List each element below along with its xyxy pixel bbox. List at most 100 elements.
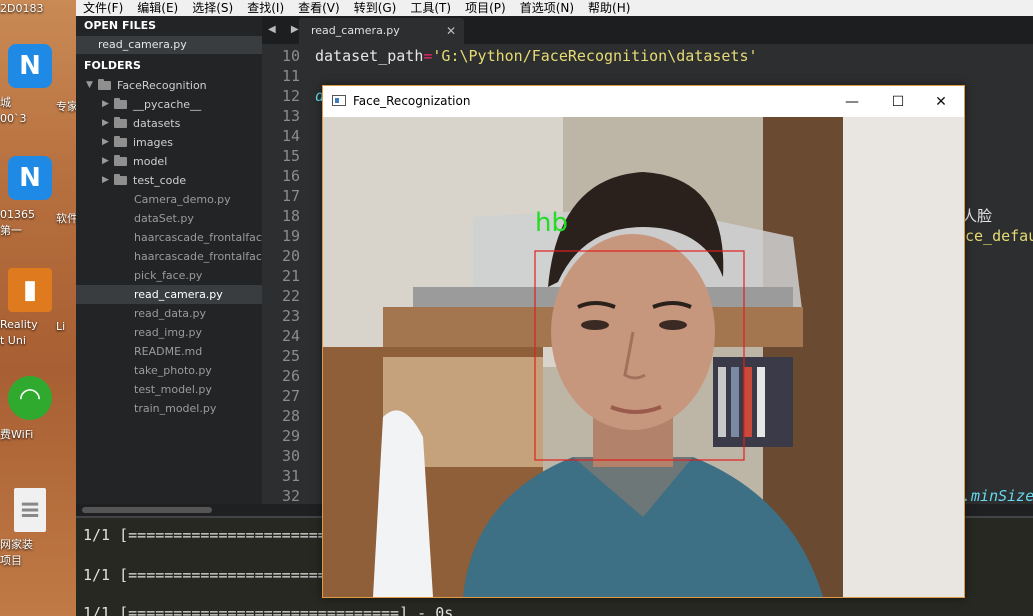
desktop-label: 第一 (0, 224, 22, 237)
line-number: 14 (281, 127, 300, 145)
menu-view[interactable]: 查看(V) (291, 0, 347, 16)
line-number: 13 (281, 107, 300, 125)
tree-folder[interactable]: ▶ __pycache__ (76, 95, 262, 114)
chevron-right-icon: ▶ (102, 99, 109, 109)
desktop-icon-reality[interactable]: ▮ (0, 268, 60, 312)
menu-selection[interactable]: 选择(S) (185, 0, 240, 16)
tree-file[interactable]: train_model.py (76, 399, 262, 418)
line-number: 19 (281, 227, 300, 245)
line-number: 18 (281, 207, 300, 225)
menu-help[interactable]: 帮助(H) (581, 0, 637, 16)
menu-edit[interactable]: 编辑(E) (130, 0, 185, 16)
line-number: 20 (281, 247, 300, 265)
tree-folder[interactable]: ▶ test_code (76, 171, 262, 190)
folder-label: images (133, 136, 173, 149)
close-button[interactable]: ✕ (918, 86, 964, 117)
line-number-gutter: 10 11 12 13 14 15 16 17 18 19 20 21 22 2… (262, 46, 300, 504)
tree-file[interactable]: haarcascade_frontalface_ (76, 247, 262, 266)
desktop-label: 网家装 (0, 538, 33, 551)
close-icon[interactable]: ✕ (446, 18, 456, 44)
folder-icon (114, 117, 127, 128)
desktop-label: 00`3 (0, 112, 27, 125)
chevron-right-icon: ▶ (102, 156, 109, 166)
code-line-10: dataset_path='G:\Python/FaceRecognition\… (315, 46, 758, 66)
menu-preferences[interactable]: 首选项(N) (513, 0, 581, 16)
camera-frame-illustration: hb (323, 117, 964, 597)
line-number: 21 (281, 267, 300, 285)
tree-root-folder[interactable]: ▼ FaceRecognition (76, 76, 262, 95)
line-number: 12 (281, 87, 300, 105)
desktop-label: 费WiFi (0, 428, 34, 441)
desktop-icon-app[interactable]: N (0, 156, 60, 200)
line-number: 25 (281, 347, 300, 365)
desktop-label: Reality (0, 318, 38, 331)
face-recognization-window: Face_Recognization — ☐ ✕ hb (322, 85, 965, 598)
minimize-button[interactable]: — (829, 86, 875, 117)
line-number: 31 (281, 467, 300, 485)
code-line-32-tail: .minSize (962, 487, 1033, 504)
file-label: train_model.py (134, 402, 217, 415)
open-file-item[interactable]: read_camera.py (76, 36, 262, 54)
app-icon: ▮ (8, 268, 52, 312)
chevron-right-icon: ▶ (102, 137, 109, 147)
window-title-bar[interactable]: Face_Recognization — ☐ ✕ (323, 86, 964, 117)
tree-file[interactable]: read_img.py (76, 323, 262, 342)
desktop-label: 软件 (56, 212, 76, 225)
tree-folder[interactable]: ▶ images (76, 133, 262, 152)
window-title: Face_Recognization (353, 94, 471, 108)
line-number: 30 (281, 447, 300, 465)
desktop-strip: 2D0183 N 城 00`3 N 01365 第一 ▮ Reality t U… (0, 0, 76, 616)
line-number: 10 (281, 47, 300, 65)
tree-file[interactable]: Camera_demo.py (76, 190, 262, 209)
chevron-right-icon: ▶ (102, 175, 109, 185)
folder-label: model (133, 155, 168, 168)
tree-file[interactable]: take_photo.py (76, 361, 262, 380)
camera-feed: hb (323, 117, 964, 597)
tree-folder[interactable]: ▶ datasets (76, 114, 262, 133)
line-number: 11 (281, 67, 300, 85)
tree-file[interactable]: README.md (76, 342, 262, 361)
window-app-icon (332, 95, 346, 106)
line-number: 27 (281, 387, 300, 405)
wifi-icon: ◠ (8, 376, 52, 420)
desktop-label: 2D0183 (0, 2, 44, 15)
tab-label: read_camera.py (311, 24, 400, 37)
menu-goto[interactable]: 转到(G) (347, 0, 404, 16)
desktop-label: t Uni (0, 334, 26, 347)
menu-tools[interactable]: 工具(T) (403, 0, 458, 16)
menu-find[interactable]: 查找(I) (240, 0, 291, 16)
tree-file[interactable]: pick_face.py (76, 266, 262, 285)
sidebar: OPEN FILES read_camera.py FOLDERS ▼ Face… (76, 16, 262, 516)
tree-file-selected[interactable]: read_camera.py (76, 285, 262, 304)
tree-file[interactable]: read_data.py (76, 304, 262, 323)
desktop-icon-baidu[interactable]: N (0, 44, 60, 88)
line-number: 32 (281, 487, 300, 504)
menu-project[interactable]: 项目(P) (458, 0, 513, 16)
line-number: 17 (281, 187, 300, 205)
detection-label: hb (535, 208, 568, 238)
tab-read-camera[interactable]: read_camera.py ✕ (299, 18, 464, 44)
folder-label: datasets (133, 117, 181, 130)
app-icon: N (8, 156, 52, 200)
tree-file[interactable]: haarcascade_frontalface_ (76, 228, 262, 247)
desktop-label: 专家 (56, 100, 76, 113)
app-icon: N (8, 44, 52, 88)
file-label: pick_face.py (134, 269, 203, 282)
tree-file[interactable]: dataSet.py (76, 209, 262, 228)
file-label: haarcascade_frontalface_ (134, 250, 262, 263)
menu-file[interactable]: 文件(F) (76, 0, 130, 16)
line-number: 15 (281, 147, 300, 165)
file-label: README.md (134, 345, 203, 358)
desktop-icon-wifi[interactable]: ◠ (0, 376, 60, 420)
code-string: 'G:\Python/FaceRecognition\datasets' (432, 47, 758, 65)
desktop-icon-doc[interactable]: ≡ (0, 488, 60, 532)
maximize-button[interactable]: ☐ (875, 86, 921, 117)
file-label: test_model.py (134, 383, 212, 396)
tree-file[interactable]: test_model.py (76, 380, 262, 399)
tree-folder[interactable]: ▶ model (76, 152, 262, 171)
open-files-heading: OPEN FILES (84, 19, 157, 32)
desktop-label: 01365 (0, 208, 35, 221)
chevron-down-icon: ▼ (86, 80, 93, 90)
line-number: 26 (281, 367, 300, 385)
scrollbar-thumb[interactable] (82, 507, 212, 513)
